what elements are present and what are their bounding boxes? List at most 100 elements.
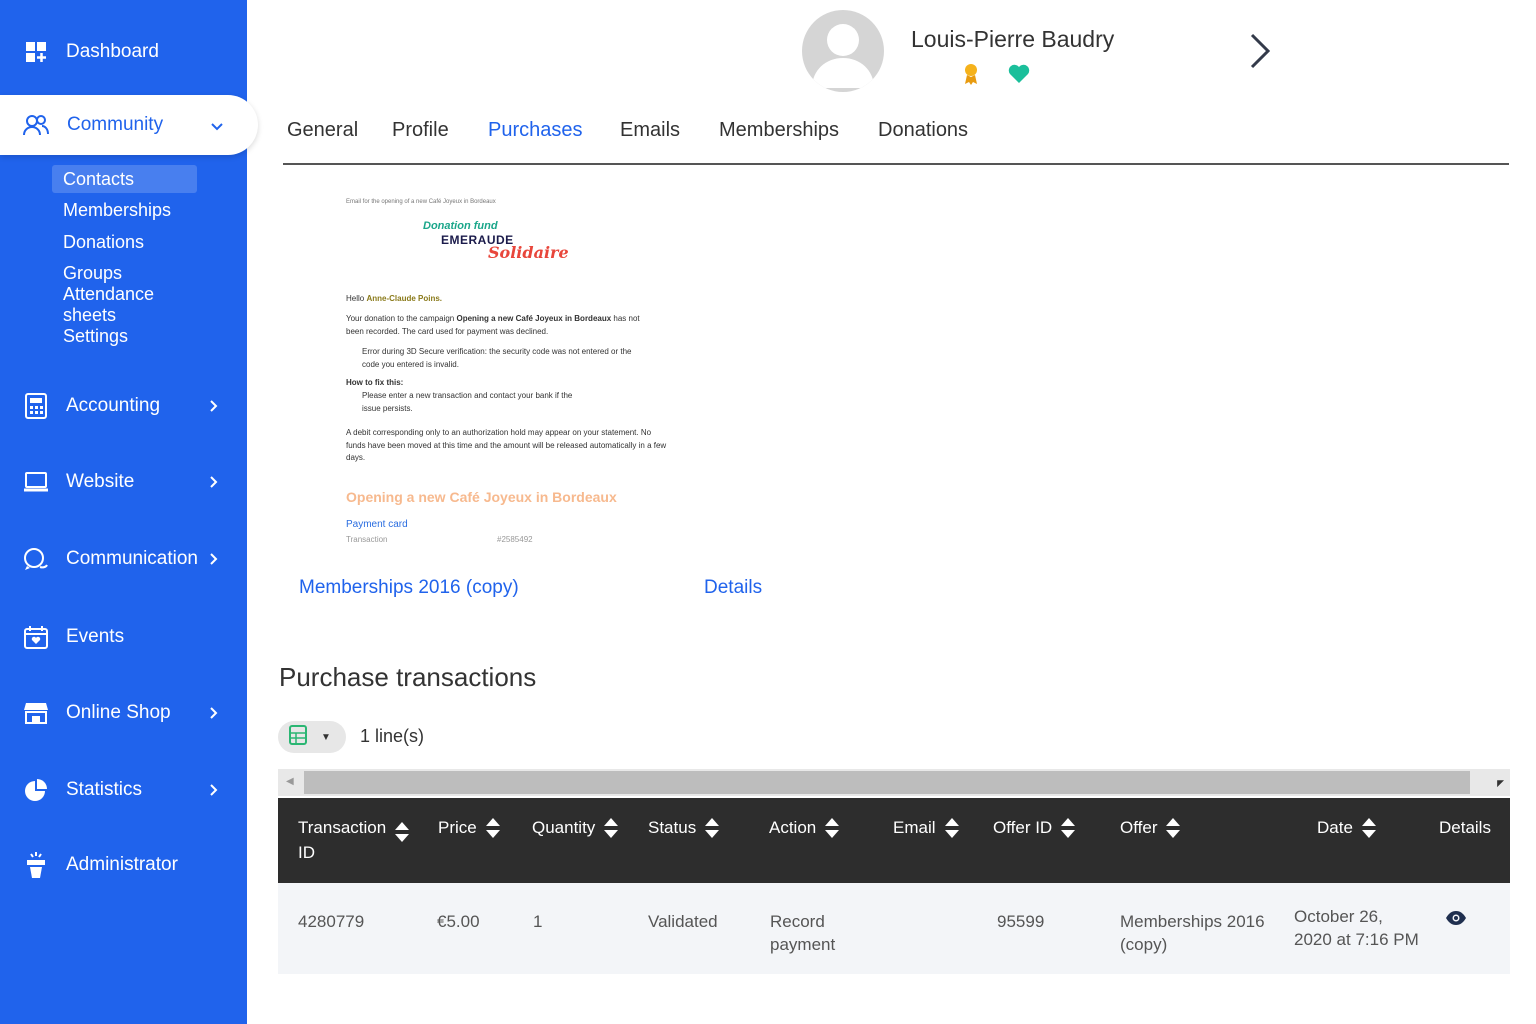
column-label: Status — [648, 818, 697, 837]
chevron-down-icon — [211, 115, 223, 136]
calendar-icon — [22, 623, 50, 651]
cell-date: October 26, 2020 at 7:16 PM — [1294, 907, 1419, 949]
details-link[interactable]: Details — [704, 577, 762, 599]
column-label: Details — [1439, 818, 1491, 837]
user-name: Louis-Pierre Baudry — [911, 26, 1115, 52]
scroll-right-icon[interactable]: ◤ — [1497, 778, 1504, 789]
chevron-right-icon[interactable] — [1248, 32, 1272, 75]
laptop-icon — [22, 468, 50, 496]
email-transaction-label: Transaction — [346, 535, 388, 544]
column-header-email[interactable]: Email — [893, 815, 960, 846]
chevron-right-icon — [210, 703, 218, 724]
admin-icon — [22, 851, 50, 879]
email-subject: Email for the opening of a new Café Joye… — [346, 199, 496, 205]
sidebar-item-label: Accounting — [66, 395, 161, 416]
tab-purchases[interactable]: Purchases — [488, 119, 583, 142]
column-header-offer[interactable]: Offer — [1120, 815, 1181, 846]
column-header-transaction-id[interactable]: Transaction ID — [298, 815, 409, 865]
campaign-name: Opening a new Café Joyeux in Bordeaux — [456, 314, 612, 323]
avatar — [802, 10, 884, 92]
tab-profile[interactable]: Profile — [392, 119, 449, 142]
sidebar-item-label: Website — [66, 471, 135, 492]
view-details-eye-icon[interactable] — [1445, 909, 1467, 932]
tab-donations[interactable]: Donations — [878, 119, 968, 142]
greeting-text: Hello — [346, 294, 365, 303]
column-header-quantity[interactable]: Quantity — [532, 815, 619, 846]
column-label: Action — [769, 818, 817, 837]
column-label: Offer ID — [993, 818, 1053, 837]
sidebar-item-label: Events — [66, 626, 125, 647]
sidebar-item-dashboard[interactable]: Dashboard — [0, 32, 247, 72]
tab-memberships[interactable]: Memberships — [719, 119, 839, 142]
sidebar-subitem-donations[interactable]: Donations — [52, 228, 197, 256]
sidebar-item-communication[interactable]: Communication — [0, 539, 247, 579]
profile-tabs: General Profile Purchases Emails Members… — [283, 110, 1509, 165]
horizontal-scrollbar[interactable]: ◀ ◤ — [278, 769, 1510, 796]
email-fix-text: Please enter a new transaction and conta… — [362, 391, 573, 413]
export-dropdown-button[interactable]: ▼ — [278, 721, 346, 753]
chevron-right-icon — [210, 549, 218, 570]
logo-line-1: Donation fund — [423, 220, 498, 232]
email-campaign-title: Opening a new Café Joyeux in Bordeaux — [346, 489, 617, 505]
sidebar: Dashboard Community Contacts Memberships… — [0, 0, 258, 1024]
line-count: 1 line(s) — [360, 726, 425, 746]
scrollbar-thumb[interactable] — [304, 771, 1470, 794]
sidebar-item-statistics[interactable]: Statistics — [0, 770, 247, 810]
sidebar-subitem-contacts[interactable]: Contacts — [52, 165, 197, 193]
email-debit-text: A debit corresponding only to an authori… — [346, 428, 667, 462]
sidebar-subitem-attendance-sheets[interactable]: Attendance sheets — [52, 284, 197, 325]
heart-icon — [1008, 64, 1030, 89]
shop-icon — [22, 699, 50, 727]
sort-icon — [824, 817, 840, 846]
sort-icon — [1165, 817, 1181, 846]
campaign-logo: Donation fund EMERAUDE Solidaire — [423, 220, 569, 268]
caret-down-icon: ▼ — [321, 731, 331, 743]
sidebar-item-community[interactable]: Community — [0, 95, 258, 155]
column-header-date[interactable]: Date — [1317, 815, 1377, 846]
calculator-icon — [22, 392, 50, 420]
users-icon — [22, 111, 50, 139]
medal-icon — [963, 63, 979, 90]
column-header-status[interactable]: Status — [648, 815, 720, 846]
cell-action: Record payment — [770, 912, 836, 954]
column-header-offer-id[interactable]: Offer ID — [993, 815, 1076, 846]
scroll-left-icon[interactable]: ◀ — [286, 776, 294, 787]
chevron-right-icon — [210, 472, 218, 493]
email-greeting: Hello Anne-Claude Poins. — [346, 294, 442, 303]
sidebar-item-website[interactable]: Website — [0, 462, 247, 502]
sidebar-item-label: Online Shop — [66, 702, 171, 723]
sort-icon — [603, 817, 619, 846]
sidebar-subitem-groups[interactable]: Groups — [52, 259, 197, 287]
email-fix-title: How to fix this: — [346, 378, 404, 387]
paragraph-text: Your donation to the campaign — [346, 314, 455, 323]
column-label: Date — [1317, 818, 1353, 837]
tab-general[interactable]: General — [287, 119, 358, 142]
sort-icon — [1060, 817, 1076, 846]
sidebar-item-label: Communication — [66, 548, 198, 569]
recipient-name: Anne-Claude Poins. — [366, 294, 443, 303]
sidebar-item-label: Administrator — [66, 854, 178, 875]
offer-link[interactable]: Memberships 2016 (copy) — [299, 577, 519, 599]
sidebar-item-accounting[interactable]: Accounting — [0, 386, 247, 426]
sidebar-item-administrator[interactable]: Administrator — [0, 845, 247, 885]
column-header-price[interactable]: Price — [438, 815, 501, 846]
logo-line-3: Solidaire — [488, 243, 569, 262]
table-header: Transaction ID Price Quantity Status Act… — [278, 798, 1510, 883]
cell-quantity: 1 — [533, 912, 543, 931]
column-header-action[interactable]: Action — [769, 815, 840, 846]
sidebar-item-online-shop[interactable]: Online Shop — [0, 693, 247, 733]
email-paragraph-1: Your donation to the campaign Opening a … — [346, 313, 646, 338]
sidebar-subitem-memberships[interactable]: Memberships — [52, 196, 197, 224]
pie-chart-icon — [22, 776, 50, 804]
chevron-right-icon — [210, 396, 218, 417]
cell-transaction-id: 4280779 — [298, 912, 365, 931]
sidebar-item-label: Dashboard — [66, 41, 159, 62]
sort-icon — [944, 817, 960, 846]
column-label: Transaction ID — [298, 818, 387, 862]
sidebar-item-events[interactable]: Events — [0, 617, 247, 657]
sort-icon — [704, 817, 720, 846]
tab-emails[interactable]: Emails — [620, 119, 680, 142]
sidebar-subitem-settings[interactable]: Settings — [52, 322, 197, 350]
dashboard-icon — [22, 38, 50, 66]
cell-price: €5.00 — [437, 912, 480, 931]
